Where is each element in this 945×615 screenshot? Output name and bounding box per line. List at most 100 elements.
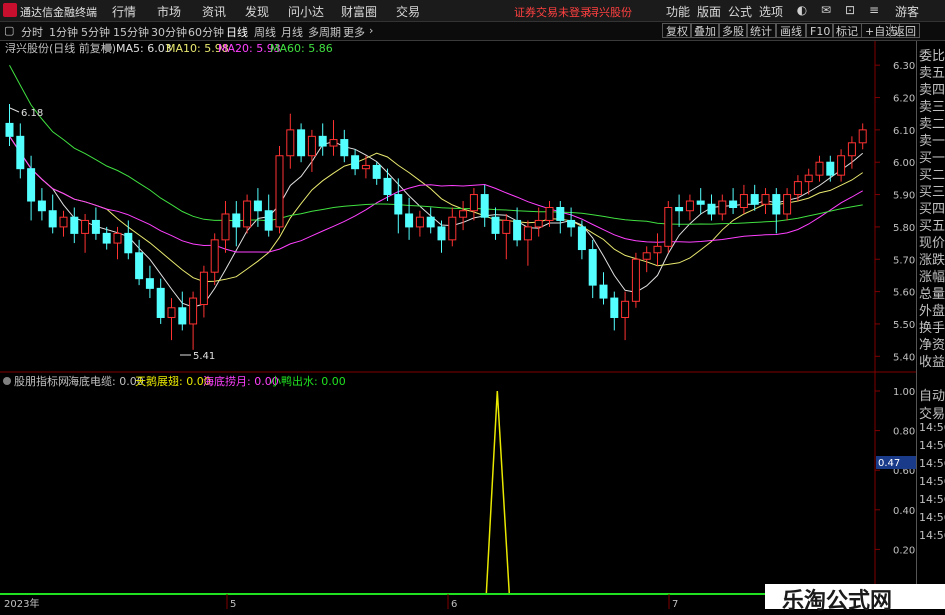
period-15min[interactable]: 15分钟 xyxy=(113,24,149,39)
overlay-button[interactable]: 叠加 xyxy=(690,23,720,38)
sub-indicator-name: 股朋指标网 xyxy=(14,374,69,388)
candle-body xyxy=(178,307,187,325)
date-label-2023: 2023年 xyxy=(4,597,39,609)
period-daily[interactable]: 日线 xyxy=(226,24,248,39)
candle-body xyxy=(318,135,327,147)
settings-dot-icon[interactable] xyxy=(104,44,112,52)
menu-zixun[interactable]: 资讯 xyxy=(202,3,226,20)
candle-body xyxy=(5,122,14,137)
sub-item-2: 天鹅展翅: 0.00 xyxy=(135,374,211,388)
candle-body xyxy=(545,207,554,221)
user-label[interactable]: 游客 xyxy=(895,3,919,20)
quote-label: 收益 xyxy=(919,355,945,370)
period-5min[interactable]: 5分钟 xyxy=(81,24,110,39)
candle-body xyxy=(577,226,586,251)
period-monthly[interactable]: 月线 xyxy=(281,24,303,39)
back-button[interactable]: 返回 xyxy=(890,23,920,38)
candle-body xyxy=(81,219,90,234)
candle-body xyxy=(815,161,824,176)
candle-body xyxy=(567,219,576,228)
time-label: 14:56 xyxy=(919,421,945,434)
stock-title: 浔兴股份 xyxy=(588,6,632,19)
menu-hangqing[interactable]: 行情 xyxy=(112,3,136,20)
time-label: 14:56 xyxy=(919,511,945,524)
ma60-line xyxy=(9,64,863,225)
period-1min[interactable]: 1分钟 xyxy=(49,24,78,39)
login-warning[interactable]: 证券交易未登录 xyxy=(514,4,591,20)
period-weekly[interactable]: 周线 xyxy=(254,24,276,39)
candle-body xyxy=(232,213,241,228)
price-tick-label: 6.20 xyxy=(893,94,915,105)
mark-button[interactable]: 标记 xyxy=(832,23,862,38)
candle-body xyxy=(480,194,489,218)
price-tick-label: 5.60 xyxy=(893,288,915,299)
f10-button[interactable]: F10 xyxy=(806,23,835,38)
high-arrow xyxy=(9,107,20,113)
fuquan-button[interactable]: 复权 xyxy=(662,23,692,38)
menu-faxian[interactable]: 发现 xyxy=(245,3,269,20)
period-multi[interactable]: 多周期 xyxy=(308,24,341,39)
price-tick-label: 5.40 xyxy=(893,352,915,363)
ma5-line xyxy=(9,136,864,308)
candle-body xyxy=(556,207,565,221)
auto-trade-label[interactable]: 自动 xyxy=(919,385,945,404)
candle-body xyxy=(351,155,360,170)
lock-icon[interactable]: ⊡ xyxy=(842,2,858,18)
menu-shichang[interactable]: 市场 xyxy=(157,3,181,20)
menu-xuanxiang[interactable]: 选项 xyxy=(759,3,783,20)
candle-body xyxy=(837,155,846,176)
candle-body xyxy=(70,216,79,234)
menu-wenxiaoda[interactable]: 问小达 xyxy=(288,3,324,20)
menu-icon[interactable]: ≡ xyxy=(866,2,882,18)
period-toolbar: ▢ 分时 1分钟 5分钟 15分钟 30分钟 60分钟 日线 周线 月线 多周期… xyxy=(0,22,945,41)
candle-body xyxy=(372,164,381,179)
candle-body xyxy=(707,203,716,215)
candle-body xyxy=(383,177,392,196)
candle-body xyxy=(124,232,133,254)
candle-body xyxy=(102,232,111,244)
stats-button[interactable]: 统计 xyxy=(746,23,776,38)
candle-body xyxy=(675,207,684,212)
menu-jiaoyi[interactable]: 交易 xyxy=(396,3,420,20)
auto-trade-label[interactable]: 交易 xyxy=(919,403,945,422)
candle-body xyxy=(804,174,813,183)
menu-banmian[interactable]: 版面 xyxy=(697,3,721,20)
app-title: 通达信金融终端 xyxy=(20,6,97,19)
skin-icon[interactable]: ◐ xyxy=(794,2,810,18)
period-more[interactable]: 更多 xyxy=(343,24,365,39)
draw-line-button[interactable]: 画线 xyxy=(776,23,806,38)
price-tick-label: 6.30 xyxy=(893,61,915,72)
period-fenshi[interactable]: 分时 xyxy=(21,24,43,39)
time-label: 14:56 xyxy=(919,493,945,506)
period-60min[interactable]: 60分钟 xyxy=(188,24,224,39)
candle-body xyxy=(113,232,122,244)
candle-body xyxy=(502,219,511,234)
mail-icon[interactable]: ✉ xyxy=(818,2,834,18)
candle-body xyxy=(696,200,705,205)
menu-gongneng[interactable]: 功能 xyxy=(666,3,690,20)
kline-chart[interactable]: 6.30 6.20 6.10 6.00 5.90 5.80 5.70 5.60 5.50 5.40… xyxy=(0,41,945,609)
candle-body xyxy=(16,135,25,170)
candle-body xyxy=(523,226,532,241)
sub-item-4: 小鸭出水: 0.00 xyxy=(270,374,346,388)
candle-body xyxy=(858,129,867,144)
candle-body xyxy=(307,135,316,157)
price-tick-label: 5.70 xyxy=(893,255,915,266)
period-30min[interactable]: 30分钟 xyxy=(151,24,187,39)
candle-body xyxy=(534,219,543,228)
more-arrow-icon[interactable]: › xyxy=(369,24,373,38)
candle-body xyxy=(847,142,856,157)
prev-arrow-icon[interactable]: ▢ xyxy=(4,24,14,38)
price-tick-label: 6.00 xyxy=(893,158,915,169)
candle-body xyxy=(588,249,597,286)
sub-settings-dot-icon[interactable] xyxy=(3,377,11,385)
candle-body xyxy=(221,213,230,241)
time-label: 14:56 xyxy=(919,439,945,452)
app-logo-icon xyxy=(3,3,17,17)
candle-body xyxy=(448,216,457,241)
multi-stock-button[interactable]: 多股 xyxy=(718,23,748,38)
time-label: 14:56 xyxy=(919,529,945,542)
candle-body xyxy=(361,164,370,170)
menu-gongshi[interactable]: 公式 xyxy=(728,3,752,20)
menu-caifuquan[interactable]: 财富圈 xyxy=(341,3,377,20)
